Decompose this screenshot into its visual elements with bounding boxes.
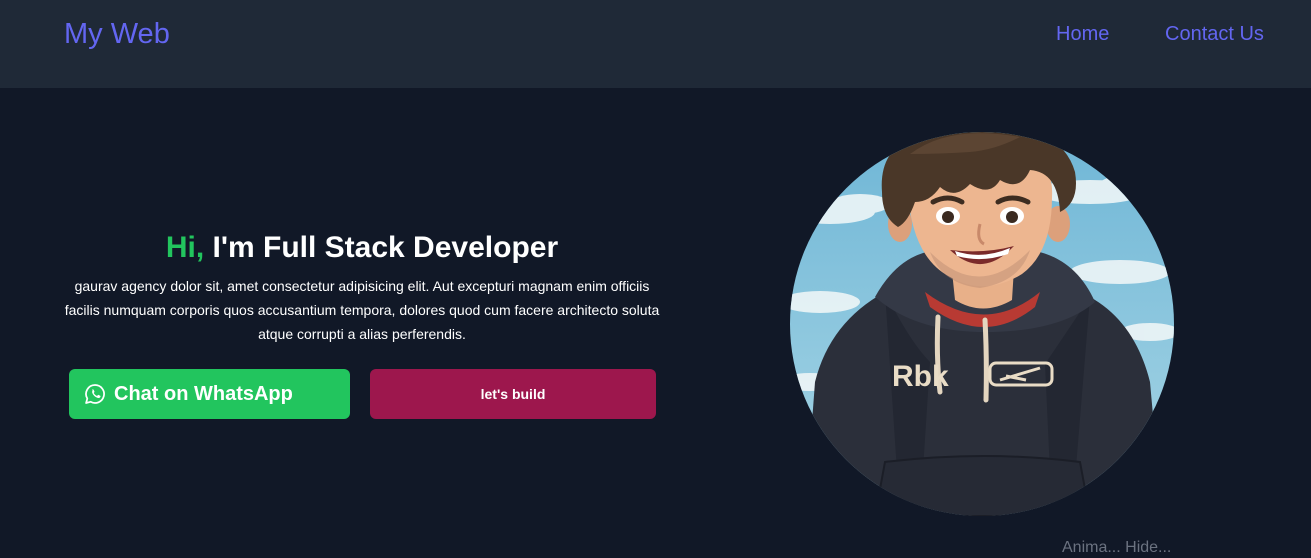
lets-build-button[interactable]: let's build (370, 369, 656, 419)
hero-description: gaurav agency dolor sit, amet consectetu… (64, 278, 660, 342)
nav-home-link[interactable]: Home (1056, 22, 1109, 46)
navbar: My Web Home Contact Us (0, 0, 1311, 88)
hero-title-text: I'm Full Stack Developer (204, 231, 559, 264)
whatsapp-icon (85, 384, 105, 404)
whatsapp-button-label: Chat on WhatsApp (114, 382, 293, 405)
whatsapp-button[interactable]: Chat on WhatsApp (69, 369, 350, 419)
hoodie-logo-text: Rbk (892, 360, 949, 393)
hero-title: Hi, I'm Full Stack Developer (60, 229, 664, 267)
avatar-illustration: Rbk (790, 132, 1174, 516)
hero-greeting: Hi, (165, 231, 205, 264)
profile-avatar: Rbk (790, 132, 1174, 516)
brand-logo[interactable]: My Web (64, 17, 170, 51)
image-caption: Anima... Hide... (1062, 539, 1172, 556)
nav-contact-link[interactable]: Contact Us (1165, 22, 1264, 46)
